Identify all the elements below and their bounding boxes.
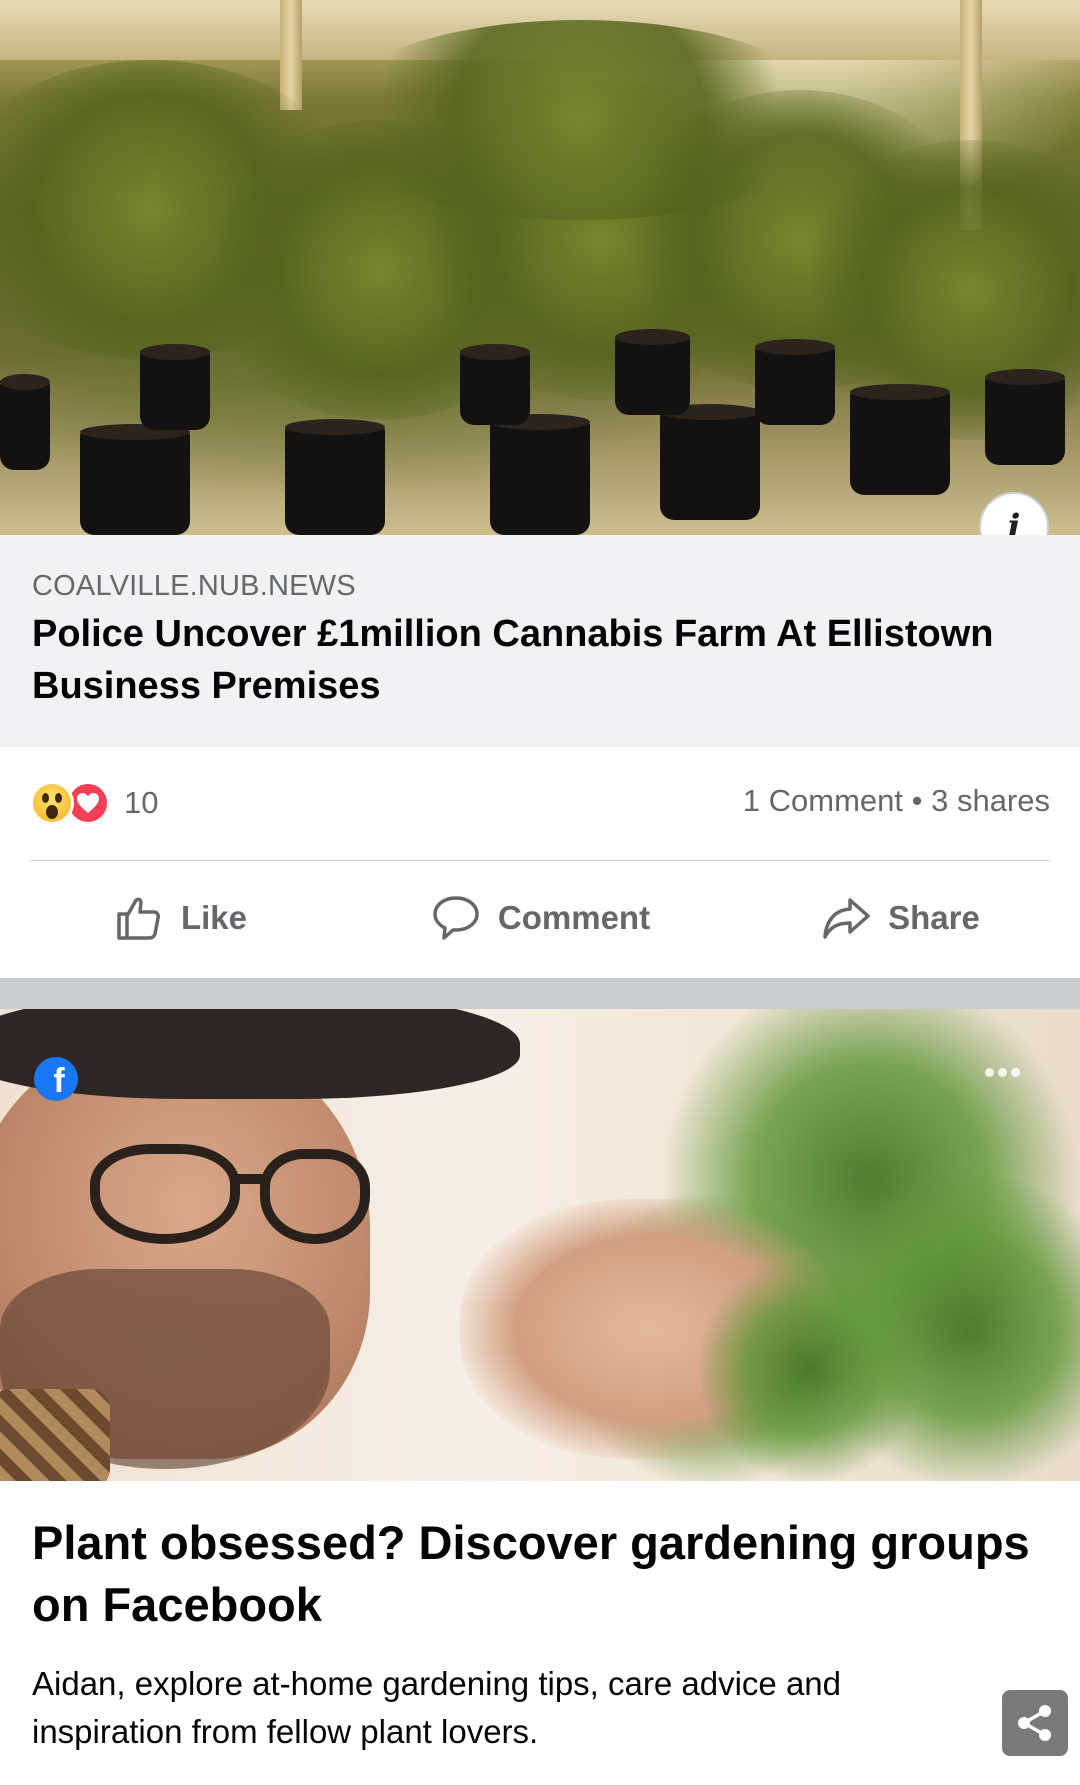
ad-headline[interactable]: Plant obsessed? Discover gardening group… [32,1512,1032,1636]
plant-pot [0,374,50,470]
scarf [0,1389,110,1481]
ad-image-man-with-plant[interactable] [0,1009,1080,1481]
share-arrow-icon [823,898,870,939]
plant-pot [755,339,835,425]
glasses [90,1144,240,1244]
plant-pot [850,384,950,495]
comments-shares-count[interactable]: 1 Comment • 3 shares [743,783,1050,819]
ad-body-text: Aidan, explore at-home gardening tips, c… [32,1665,841,1750]
plant-pot [285,419,385,535]
wow-icon [30,781,74,825]
share-floating-button[interactable] [1002,1690,1068,1756]
plant-foliage [700,1249,920,1481]
post-stats: 10 1 Comment • 3 shares [0,765,1080,845]
plant-foliage [320,20,840,220]
share-button[interactable]: Share [720,862,1080,974]
comment-button[interactable]: Comment [360,862,720,974]
link-domain: COALVILLE.NUB.NEWS [32,570,356,602]
plant-pot [460,344,530,425]
plant-pot [985,369,1065,465]
link-title[interactable]: Police Uncover £1million Cannabis Farm A… [32,608,1012,712]
post-actions-bar: Like Comment Share [0,862,1080,974]
plant-pot [660,404,760,520]
plant-pot [615,329,690,415]
comment-icon [433,896,479,940]
like-label: Like [180,899,248,936]
thumbs-up-icon [117,897,160,940]
plant-pot [80,424,190,535]
share-label: Share [888,899,980,936]
glasses [260,1149,370,1244]
comment-label: Comment [497,899,651,936]
divider [30,860,1050,861]
plant-pot [490,414,590,535]
reactions-summary[interactable]: 10 [30,781,158,825]
hat [0,1009,520,1099]
post-image-cannabis-farm[interactable] [0,0,1080,535]
glasses-bridge [230,1174,270,1184]
share-icon [1018,1705,1051,1741]
reaction-count: 10 [124,785,159,820]
like-button[interactable]: Like [0,862,360,974]
plant-pot [140,344,210,430]
feed-separator [0,978,1080,1009]
more-options-icon[interactable] [985,1068,1020,1077]
facebook-letter: f [53,1062,65,1100]
facebook-icon: f [34,1057,78,1101]
